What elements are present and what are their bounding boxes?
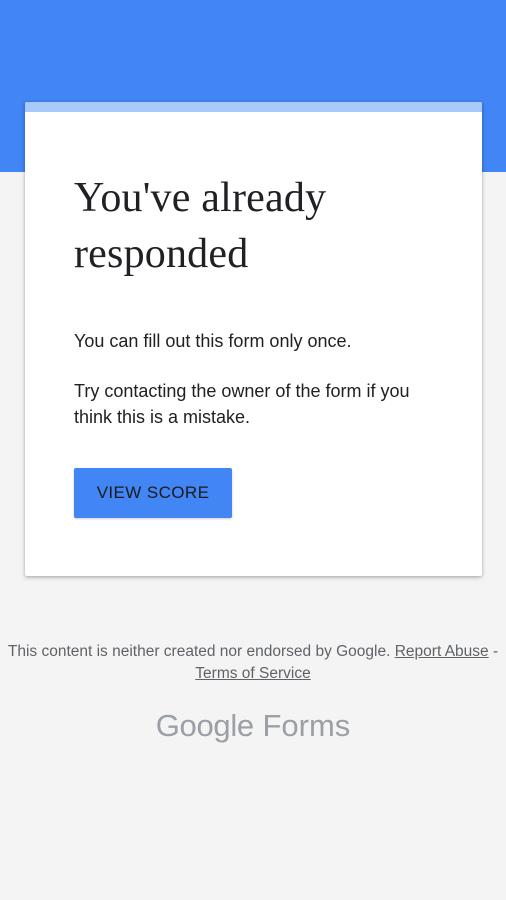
message-once: You can fill out this form only once. (74, 331, 352, 351)
brand-forms: Forms (262, 708, 351, 743)
page: You've already responded You can fill ou… (0, 0, 506, 900)
page-title: You've already responded (74, 175, 327, 277)
view-score-button[interactable]: VIEW SCORE (74, 468, 232, 518)
card-accent-bar (25, 102, 482, 112)
footer-disclaimer: This content is neither created nor endo… (7, 643, 391, 660)
report-abuse-link[interactable]: Report Abuse (395, 643, 489, 660)
terms-of-service-link[interactable]: Terms of Service (195, 665, 310, 682)
footer-separator: - (488, 643, 499, 660)
footer: This content is neither created nor endo… (0, 641, 506, 685)
brand-google: Google (155, 708, 254, 743)
card-body: You've already responded You can fill ou… (25, 112, 482, 518)
google-forms-logo: Google Forms (0, 708, 506, 744)
message-contact-owner: Try contacting the owner of the form if … (74, 381, 410, 427)
response-card: You've already responded You can fill ou… (25, 102, 482, 576)
